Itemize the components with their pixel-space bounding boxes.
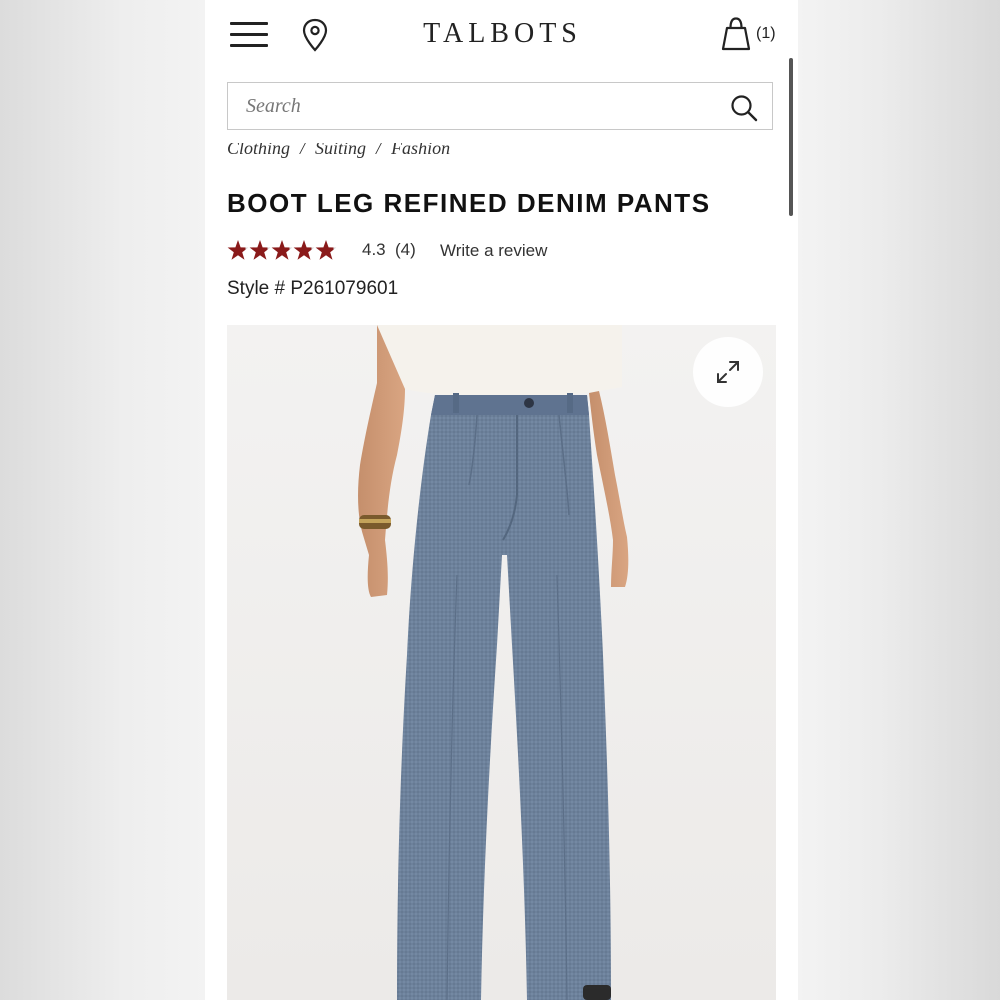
- rating-count[interactable]: (4): [395, 240, 416, 260]
- product-image[interactable]: [227, 325, 776, 1000]
- scrollbar[interactable]: [789, 58, 793, 216]
- product-title: BOOT LEG REFINED DENIM PANTS: [227, 188, 711, 218]
- search-icon[interactable]: [730, 94, 758, 122]
- search-input[interactable]: Search: [246, 95, 301, 118]
- brand-logo[interactable]: TALBOTS: [395, 18, 610, 50]
- breadcrumb-item-clothing[interactable]: Clothing: [227, 143, 290, 158]
- breadcrumb: Clothing / Suiting / Fashion: [227, 143, 450, 163]
- expand-icon: [717, 361, 739, 383]
- background-left: [0, 0, 205, 1000]
- hamburger-menu-icon[interactable]: [230, 20, 268, 50]
- style-number: Style # P261079601: [227, 278, 399, 299]
- search-field[interactable]: Search: [227, 82, 773, 130]
- star-rating-icon: [227, 240, 337, 260]
- mobile-screen: TALBOTS (1) Search Clothing / Suiting / Fash…: [205, 0, 798, 1000]
- location-pin-icon[interactable]: [300, 18, 330, 52]
- bag-count[interactable]: (1): [756, 25, 776, 43]
- rating-value: 4.3: [362, 240, 386, 259]
- background-right: [798, 0, 1000, 1000]
- write-review-link[interactable]: Write a review: [440, 241, 547, 261]
- breadcrumb-item-fashion[interactable]: Fashion: [391, 143, 450, 158]
- shopping-bag-icon[interactable]: [719, 16, 753, 52]
- site-header: TALBOTS (1): [205, 0, 798, 72]
- breadcrumb-item-suiting[interactable]: Suiting: [315, 143, 366, 158]
- product-photo: [227, 325, 776, 1000]
- expand-image-button[interactable]: [693, 337, 763, 407]
